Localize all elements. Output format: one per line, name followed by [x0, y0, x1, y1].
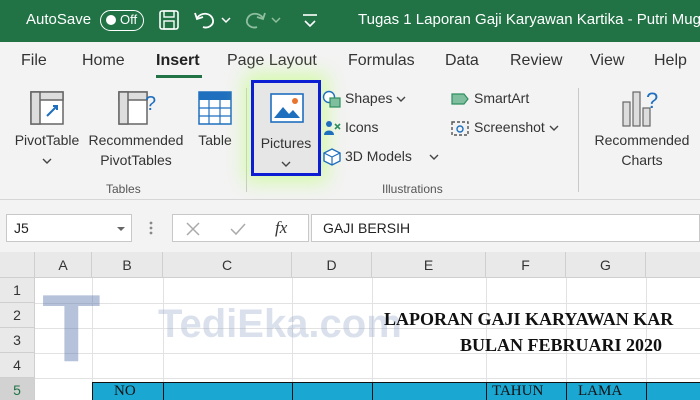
- recommended-charts-label: Recommended Charts: [594, 132, 690, 168]
- smartart-label: SmartArt: [474, 90, 530, 106]
- smartart-icon: [451, 93, 469, 105]
- undo-icon[interactable]: [192, 9, 218, 31]
- formula-value: GAJI BERSIH: [323, 220, 411, 236]
- cell-border: [163, 382, 164, 400]
- cell-border: [646, 382, 647, 400]
- formula-bar: J5 fx GAJI BERSIH: [0, 200, 700, 252]
- title-bar: AutoSave Off Tugas 1 Laporan Gaji Karyaw…: [0, 0, 700, 42]
- formula-bar-grip-icon[interactable]: [148, 220, 154, 236]
- name-box[interactable]: J5: [6, 214, 132, 242]
- row-header-2[interactable]: 2: [0, 303, 35, 328]
- icons-label: Icons: [345, 119, 379, 135]
- autosave-toggle[interactable]: Off: [100, 10, 144, 31]
- autosave-label: AutoSave: [26, 11, 92, 28]
- watermark-logo: T: [42, 275, 101, 382]
- select-all-corner[interactable]: [0, 252, 35, 278]
- recommended-charts-icon: ?: [622, 88, 658, 127]
- pictures-button[interactable]: Pictures: [251, 80, 321, 176]
- name-box-value: J5: [14, 220, 29, 236]
- toggle-knob: [106, 15, 116, 25]
- report-subtitle: BULAN FEBRUARI 2020: [460, 335, 663, 355]
- pivottable-dropdown-icon: [42, 158, 52, 164]
- screenshot-dropdown-icon: [549, 125, 559, 131]
- pictures-icon: [270, 93, 304, 123]
- cell-border: [292, 382, 293, 400]
- pivottable-icon: [30, 91, 64, 125]
- tab-home[interactable]: Home: [82, 52, 125, 70]
- document-title: Tugas 1 Laporan Gaji Karyawan Kartika - …: [358, 11, 700, 28]
- enter-icon[interactable]: [229, 221, 247, 237]
- tab-page-layout[interactable]: Page Layout: [227, 52, 317, 70]
- ribbon-separator: [578, 88, 579, 192]
- ribbon-separator: [246, 88, 247, 192]
- column-header-b[interactable]: B: [92, 252, 163, 278]
- header-cell-no[interactable]: NO: [114, 383, 136, 400]
- column-header-c[interactable]: C: [163, 252, 292, 278]
- cell-border: [92, 382, 93, 400]
- 3d-models-icon: [323, 148, 341, 166]
- pictures-label: Pictures: [254, 133, 318, 173]
- 3d-models-label: 3D Models: [345, 148, 412, 164]
- svg-text:?: ?: [646, 88, 658, 113]
- tab-review[interactable]: Review: [510, 52, 562, 70]
- recommended-pivottables-icon: ?: [118, 91, 156, 125]
- row-header-1[interactable]: 1: [0, 278, 35, 303]
- column-header-g[interactable]: G: [566, 252, 646, 278]
- tab-insert[interactable]: Insert: [156, 52, 200, 70]
- redo-icon[interactable]: [242, 9, 268, 31]
- formula-input[interactable]: GAJI BERSIH: [311, 214, 700, 242]
- header-cell-lama[interactable]: LAMA: [578, 383, 622, 400]
- cell-border: [566, 382, 567, 400]
- customize-toolbar-icon[interactable]: [300, 12, 320, 30]
- column-header-e[interactable]: E: [372, 252, 486, 278]
- insert-function-button[interactable]: fx: [275, 218, 287, 238]
- cell-border: [372, 382, 373, 400]
- gridline: [35, 378, 700, 379]
- recommended-pivottables-label: Recommended PivotTables: [88, 132, 184, 168]
- watermark-text: TediEka.com: [158, 302, 402, 346]
- icons-insert-icon: [324, 121, 341, 135]
- table-icon: [198, 91, 232, 125]
- header-cell-tahun[interactable]: TAHUN: [492, 383, 543, 400]
- name-box-dropdown-icon[interactable]: [116, 225, 126, 233]
- shapes-label: Shapes: [345, 90, 393, 106]
- row-header-4[interactable]: 4: [0, 353, 35, 378]
- row-header-3[interactable]: 3: [0, 328, 35, 353]
- 3d-models-dropdown-icon: [429, 154, 439, 160]
- illustrations-group-label: Illustrations: [382, 182, 443, 196]
- ribbon: PivotTable ? Recommended PivotTables Tab…: [0, 80, 700, 200]
- tab-view[interactable]: View: [590, 52, 624, 70]
- column-header-f[interactable]: F: [486, 252, 566, 278]
- tab-help[interactable]: Help: [654, 52, 687, 70]
- cell-border: [486, 382, 487, 400]
- column-header-h[interactable]: [646, 252, 700, 278]
- active-tab-indicator: [156, 75, 202, 78]
- tab-file[interactable]: File: [21, 52, 47, 70]
- column-header-d[interactable]: D: [292, 252, 372, 278]
- cancel-icon[interactable]: [185, 221, 201, 237]
- table-label: Table: [198, 132, 232, 148]
- redo-dropdown-icon[interactable]: [270, 14, 282, 26]
- pivottable-label: PivotTable: [8, 130, 86, 170]
- pictures-dropdown-icon: [281, 161, 291, 167]
- screenshot-icon: [451, 121, 469, 136]
- shapes-icon: [322, 90, 341, 108]
- save-icon[interactable]: [158, 9, 180, 31]
- screenshot-label: Screenshot: [474, 119, 545, 135]
- svg-text:?: ?: [145, 93, 156, 115]
- ribbon-tabs: File Home Insert Page Layout Formulas Da…: [0, 42, 700, 82]
- report-title: LAPORAN GAJI KARYAWAN KAR: [384, 309, 674, 329]
- tab-data[interactable]: Data: [445, 52, 479, 70]
- shapes-dropdown-icon: [396, 96, 406, 102]
- tables-group-label: Tables: [106, 182, 141, 196]
- undo-dropdown-icon[interactable]: [220, 14, 232, 26]
- formula-buttons: fx: [172, 214, 309, 242]
- row-header-5[interactable]: 5: [0, 378, 35, 400]
- autosave-state: Off: [120, 12, 138, 27]
- tab-formulas[interactable]: Formulas: [348, 52, 415, 70]
